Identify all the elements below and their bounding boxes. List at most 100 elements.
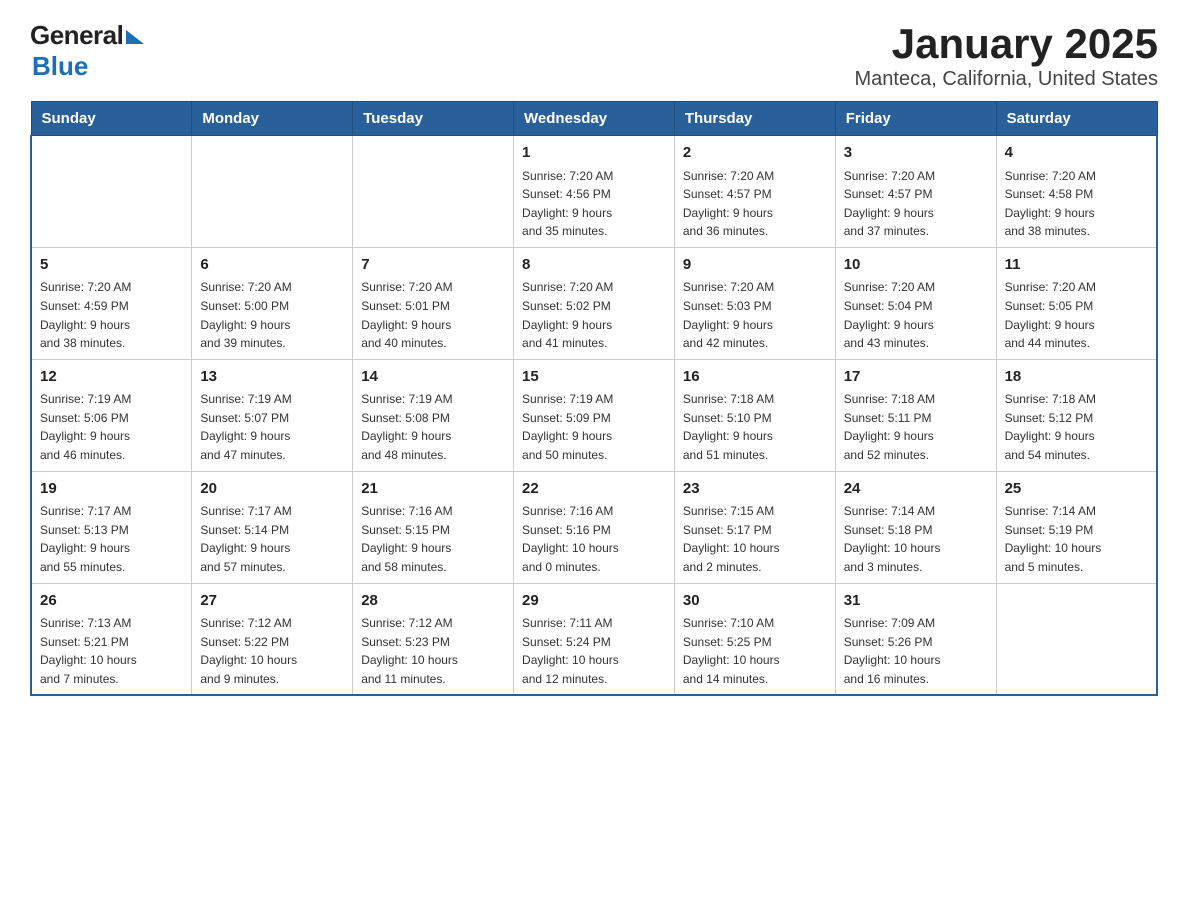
day-number: 15: [522, 366, 666, 389]
day-info: Sunrise: 7:15 AM Sunset: 5:17 PM Dayligh…: [683, 502, 827, 576]
calendar-cell: 7Sunrise: 7:20 AM Sunset: 5:01 PM Daylig…: [353, 247, 514, 359]
calendar-cell: 11Sunrise: 7:20 AM Sunset: 5:05 PM Dayli…: [996, 247, 1157, 359]
day-info: Sunrise: 7:19 AM Sunset: 5:06 PM Dayligh…: [40, 390, 183, 464]
weekday-header: Saturday: [996, 102, 1157, 136]
day-number: 29: [522, 590, 666, 613]
day-info: Sunrise: 7:16 AM Sunset: 5:16 PM Dayligh…: [522, 502, 666, 576]
day-info: Sunrise: 7:17 AM Sunset: 5:14 PM Dayligh…: [200, 502, 344, 576]
calendar-cell: [996, 583, 1157, 695]
day-number: 12: [40, 366, 183, 389]
calendar-cell: 31Sunrise: 7:09 AM Sunset: 5:26 PM Dayli…: [835, 583, 996, 695]
day-info: Sunrise: 7:19 AM Sunset: 5:07 PM Dayligh…: [200, 390, 344, 464]
day-number: 11: [1005, 254, 1148, 277]
day-number: 17: [844, 366, 988, 389]
calendar-cell: 16Sunrise: 7:18 AM Sunset: 5:10 PM Dayli…: [674, 359, 835, 471]
calendar-week-row: 12Sunrise: 7:19 AM Sunset: 5:06 PM Dayli…: [31, 359, 1157, 471]
calendar-week-row: 19Sunrise: 7:17 AM Sunset: 5:13 PM Dayli…: [31, 471, 1157, 583]
day-number: 13: [200, 366, 344, 389]
day-number: 31: [844, 590, 988, 613]
calendar-cell: 26Sunrise: 7:13 AM Sunset: 5:21 PM Dayli…: [31, 583, 192, 695]
day-info: Sunrise: 7:13 AM Sunset: 5:21 PM Dayligh…: [40, 614, 183, 688]
calendar-cell: 3Sunrise: 7:20 AM Sunset: 4:57 PM Daylig…: [835, 136, 996, 248]
day-info: Sunrise: 7:20 AM Sunset: 4:57 PM Dayligh…: [683, 167, 827, 241]
calendar-cell: 2Sunrise: 7:20 AM Sunset: 4:57 PM Daylig…: [674, 136, 835, 248]
day-info: Sunrise: 7:19 AM Sunset: 5:09 PM Dayligh…: [522, 390, 666, 464]
day-number: 5: [40, 254, 183, 277]
calendar-cell: 29Sunrise: 7:11 AM Sunset: 5:24 PM Dayli…: [514, 583, 675, 695]
calendar-cell: 22Sunrise: 7:16 AM Sunset: 5:16 PM Dayli…: [514, 471, 675, 583]
day-number: 7: [361, 254, 505, 277]
day-number: 24: [844, 478, 988, 501]
day-info: Sunrise: 7:17 AM Sunset: 5:13 PM Dayligh…: [40, 502, 183, 576]
calendar-cell: 1Sunrise: 7:20 AM Sunset: 4:56 PM Daylig…: [514, 136, 675, 248]
logo: General Blue: [30, 20, 144, 82]
day-number: 19: [40, 478, 183, 501]
calendar-cell: 20Sunrise: 7:17 AM Sunset: 5:14 PM Dayli…: [192, 471, 353, 583]
day-info: Sunrise: 7:16 AM Sunset: 5:15 PM Dayligh…: [361, 502, 505, 576]
day-number: 20: [200, 478, 344, 501]
day-number: 8: [522, 254, 666, 277]
calendar-cell: 23Sunrise: 7:15 AM Sunset: 5:17 PM Dayli…: [674, 471, 835, 583]
page-title: January 2025: [855, 20, 1159, 68]
calendar-week-row: 26Sunrise: 7:13 AM Sunset: 5:21 PM Dayli…: [31, 583, 1157, 695]
day-info: Sunrise: 7:14 AM Sunset: 5:18 PM Dayligh…: [844, 502, 988, 576]
calendar-cell: 24Sunrise: 7:14 AM Sunset: 5:18 PM Dayli…: [835, 471, 996, 583]
day-info: Sunrise: 7:20 AM Sunset: 5:01 PM Dayligh…: [361, 278, 505, 352]
weekday-header: Monday: [192, 102, 353, 136]
day-info: Sunrise: 7:18 AM Sunset: 5:12 PM Dayligh…: [1005, 390, 1148, 464]
weekday-header: Thursday: [674, 102, 835, 136]
day-number: 18: [1005, 366, 1148, 389]
calendar-week-row: 1Sunrise: 7:20 AM Sunset: 4:56 PM Daylig…: [31, 136, 1157, 248]
day-info: Sunrise: 7:20 AM Sunset: 5:05 PM Dayligh…: [1005, 278, 1148, 352]
day-info: Sunrise: 7:20 AM Sunset: 5:02 PM Dayligh…: [522, 278, 666, 352]
calendar-cell: 13Sunrise: 7:19 AM Sunset: 5:07 PM Dayli…: [192, 359, 353, 471]
day-info: Sunrise: 7:20 AM Sunset: 5:03 PM Dayligh…: [683, 278, 827, 352]
calendar-cell: 6Sunrise: 7:20 AM Sunset: 5:00 PM Daylig…: [192, 247, 353, 359]
page-subtitle: Manteca, California, United States: [855, 68, 1159, 91]
day-info: Sunrise: 7:12 AM Sunset: 5:22 PM Dayligh…: [200, 614, 344, 688]
day-info: Sunrise: 7:20 AM Sunset: 4:57 PM Dayligh…: [844, 167, 988, 241]
calendar-cell: 25Sunrise: 7:14 AM Sunset: 5:19 PM Dayli…: [996, 471, 1157, 583]
day-info: Sunrise: 7:19 AM Sunset: 5:08 PM Dayligh…: [361, 390, 505, 464]
weekday-header: Wednesday: [514, 102, 675, 136]
day-number: 28: [361, 590, 505, 613]
calendar-cell: [353, 136, 514, 248]
calendar-cell: [31, 136, 192, 248]
day-info: Sunrise: 7:10 AM Sunset: 5:25 PM Dayligh…: [683, 614, 827, 688]
logo-arrow-icon: [126, 30, 144, 44]
calendar-header-row: SundayMondayTuesdayWednesdayThursdayFrid…: [31, 102, 1157, 136]
day-number: 27: [200, 590, 344, 613]
logo-blue: Blue: [32, 51, 88, 81]
day-info: Sunrise: 7:20 AM Sunset: 4:59 PM Dayligh…: [40, 278, 183, 352]
day-number: 16: [683, 366, 827, 389]
calendar-cell: 14Sunrise: 7:19 AM Sunset: 5:08 PM Dayli…: [353, 359, 514, 471]
calendar-table: SundayMondayTuesdayWednesdayThursdayFrid…: [30, 101, 1158, 696]
calendar-cell: [192, 136, 353, 248]
calendar-cell: 21Sunrise: 7:16 AM Sunset: 5:15 PM Dayli…: [353, 471, 514, 583]
calendar-cell: 15Sunrise: 7:19 AM Sunset: 5:09 PM Dayli…: [514, 359, 675, 471]
weekday-header: Tuesday: [353, 102, 514, 136]
day-info: Sunrise: 7:20 AM Sunset: 5:00 PM Dayligh…: [200, 278, 344, 352]
day-info: Sunrise: 7:18 AM Sunset: 5:10 PM Dayligh…: [683, 390, 827, 464]
calendar-cell: 19Sunrise: 7:17 AM Sunset: 5:13 PM Dayli…: [31, 471, 192, 583]
calendar-cell: 17Sunrise: 7:18 AM Sunset: 5:11 PM Dayli…: [835, 359, 996, 471]
calendar-cell: 4Sunrise: 7:20 AM Sunset: 4:58 PM Daylig…: [996, 136, 1157, 248]
calendar-cell: 30Sunrise: 7:10 AM Sunset: 5:25 PM Dayli…: [674, 583, 835, 695]
day-number: 10: [844, 254, 988, 277]
day-number: 26: [40, 590, 183, 613]
calendar-week-row: 5Sunrise: 7:20 AM Sunset: 4:59 PM Daylig…: [31, 247, 1157, 359]
day-number: 23: [683, 478, 827, 501]
day-number: 9: [683, 254, 827, 277]
day-number: 30: [683, 590, 827, 613]
day-info: Sunrise: 7:09 AM Sunset: 5:26 PM Dayligh…: [844, 614, 988, 688]
day-number: 22: [522, 478, 666, 501]
weekday-header: Friday: [835, 102, 996, 136]
day-number: 21: [361, 478, 505, 501]
calendar-cell: 5Sunrise: 7:20 AM Sunset: 4:59 PM Daylig…: [31, 247, 192, 359]
day-number: 14: [361, 366, 505, 389]
day-number: 6: [200, 254, 344, 277]
day-number: 3: [844, 142, 988, 165]
page-header: General Blue January 2025 Manteca, Calif…: [30, 20, 1158, 91]
day-info: Sunrise: 7:11 AM Sunset: 5:24 PM Dayligh…: [522, 614, 666, 688]
calendar-cell: 18Sunrise: 7:18 AM Sunset: 5:12 PM Dayli…: [996, 359, 1157, 471]
